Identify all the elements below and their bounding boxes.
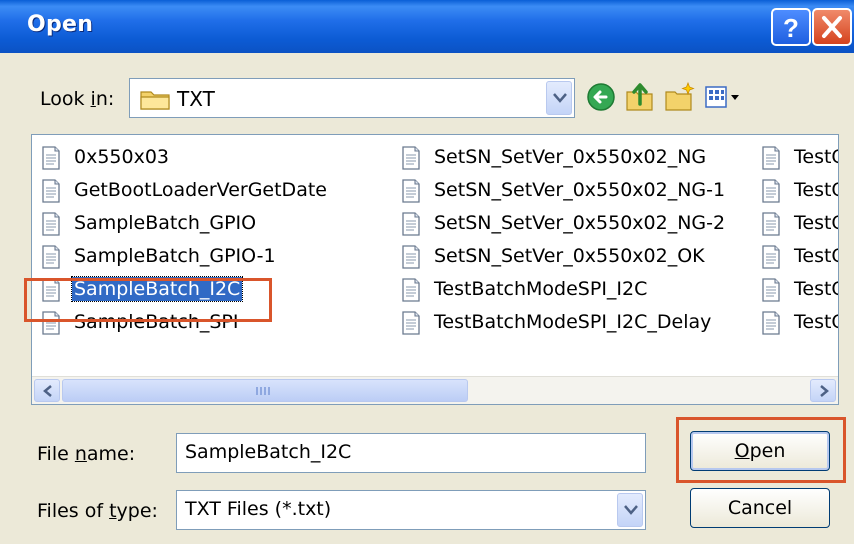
look-in-dropdown[interactable]: TXT bbox=[129, 78, 575, 118]
file-type-dropdown[interactable]: TXT Files (*.txt) bbox=[176, 490, 646, 530]
file-name: TestG bbox=[794, 179, 838, 201]
text-file-icon bbox=[38, 178, 64, 208]
text-file-icon bbox=[398, 244, 424, 274]
close-button[interactable] bbox=[812, 8, 852, 46]
text-file-icon bbox=[758, 277, 784, 307]
file-name: SampleBatch_GPIO bbox=[74, 212, 257, 234]
file-name: SampleBatch_GPIO-1 bbox=[74, 245, 276, 267]
text-file-icon bbox=[758, 244, 784, 274]
up-folder-icon[interactable] bbox=[624, 80, 656, 114]
text-file-icon bbox=[398, 277, 424, 307]
file-name: TestBatchModeSPI_I2C_Delay bbox=[434, 311, 712, 333]
cancel-button[interactable]: Cancel bbox=[690, 488, 830, 528]
file-name: SetSN_SetVer_0x550x02_NG bbox=[434, 146, 707, 168]
scroll-left-button[interactable] bbox=[34, 379, 60, 402]
text-file-icon bbox=[758, 310, 784, 340]
open-button-highlight bbox=[676, 417, 846, 483]
new-folder-icon[interactable] bbox=[664, 80, 696, 114]
text-file-icon bbox=[758, 178, 784, 208]
chevron-left-icon bbox=[43, 385, 52, 397]
text-file-icon bbox=[398, 211, 424, 241]
file-name-value: SampleBatch_I2C bbox=[185, 441, 352, 463]
help-button[interactable]: ? bbox=[771, 8, 811, 46]
text-file-icon bbox=[398, 145, 424, 175]
chevron-down-icon bbox=[553, 93, 567, 103]
close-icon bbox=[822, 16, 842, 38]
file-name: TestG bbox=[794, 311, 838, 333]
chevron-down-icon bbox=[624, 505, 638, 515]
chevron-right-icon bbox=[820, 385, 829, 397]
file-name: TestG bbox=[794, 212, 838, 234]
file-name: TestG bbox=[794, 146, 838, 168]
file-name-label: File name: bbox=[37, 443, 136, 465]
folder-icon bbox=[140, 91, 170, 110]
file-name: SetSN_SetVer_0x550x02_NG-1 bbox=[434, 179, 726, 201]
file-type-label: Files of type: bbox=[37, 500, 158, 522]
text-file-icon bbox=[758, 211, 784, 241]
scroll-right-button[interactable] bbox=[810, 379, 836, 402]
back-icon[interactable] bbox=[585, 80, 617, 114]
selected-file-highlight bbox=[24, 278, 272, 322]
text-file-icon bbox=[398, 310, 424, 340]
svg-text:?: ? bbox=[783, 13, 799, 43]
file-name: 0x550x03 bbox=[74, 146, 170, 168]
file-name: SetSN_SetVer_0x550x02_NG-2 bbox=[434, 212, 726, 234]
scroll-grip bbox=[256, 387, 270, 395]
text-file-icon bbox=[38, 211, 64, 241]
horizontal-scrollbar[interactable] bbox=[32, 376, 838, 404]
file-name: TestBatchModeSPI_I2C bbox=[434, 278, 648, 300]
file-name: TestG bbox=[794, 278, 838, 300]
file-name: SetSN_SetVer_0x550x02_OK bbox=[434, 245, 705, 267]
text-file-icon bbox=[38, 145, 64, 175]
file-type-value: TXT Files (*.txt) bbox=[185, 498, 332, 520]
help-icon: ? bbox=[783, 13, 799, 43]
open-dialog: Open ? Look in: TXT 0x550x03 GetBootLoad… bbox=[0, 0, 854, 544]
file-name: TestG bbox=[794, 245, 838, 267]
title-bar[interactable]: Open ? bbox=[0, 0, 854, 53]
scroll-thumb[interactable] bbox=[62, 379, 468, 402]
look-in-dropdown-button[interactable] bbox=[546, 81, 572, 115]
text-file-icon bbox=[38, 244, 64, 274]
file-list[interactable]: 0x550x03 GetBootLoaderVerGetDate SampleBat… bbox=[31, 134, 839, 405]
file-name: GetBootLoaderVerGetDate bbox=[74, 179, 327, 201]
file-name-input[interactable]: SampleBatch_I2C bbox=[176, 433, 646, 473]
look-in-value: TXT bbox=[177, 87, 215, 111]
dialog-title: Open bbox=[27, 12, 94, 37]
views-menu-icon[interactable] bbox=[704, 80, 742, 114]
file-type-dropdown-button[interactable] bbox=[617, 493, 643, 527]
look-in-label: Look in: bbox=[40, 88, 115, 110]
text-file-icon bbox=[758, 145, 784, 175]
text-file-icon bbox=[398, 178, 424, 208]
